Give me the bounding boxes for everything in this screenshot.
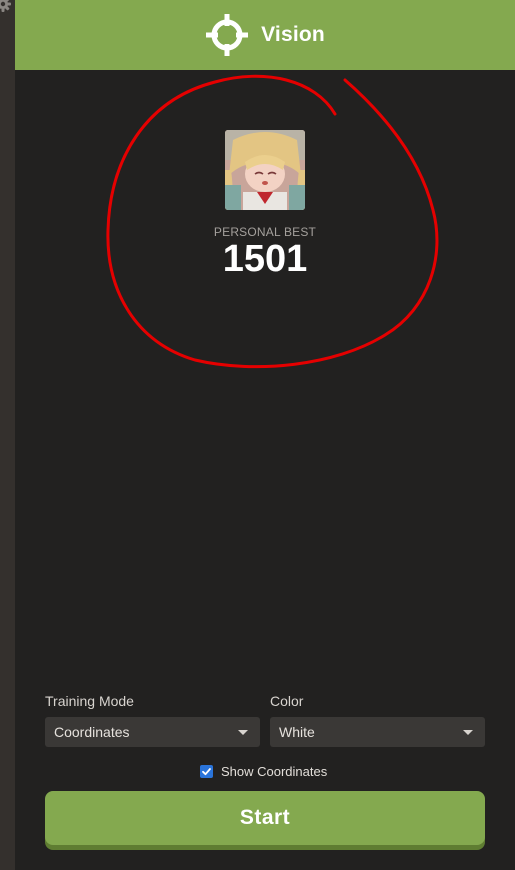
- show-coordinates-label: Show Coordinates: [221, 764, 328, 779]
- training-mode-select[interactable]: Coordinates: [45, 717, 260, 747]
- app-header: Vision: [15, 0, 515, 70]
- side-panel-strip: [0, 0, 15, 870]
- show-coordinates-checkbox[interactable]: [200, 765, 213, 778]
- profile-avatar: [225, 130, 305, 210]
- color-label: Color: [270, 693, 304, 709]
- training-mode-label: Training Mode: [45, 693, 134, 709]
- main-panel: PERSONAL BEST 1501 Training Mode Coordin…: [15, 70, 515, 870]
- color-select[interactable]: White: [270, 717, 485, 747]
- personal-best-value: 1501: [222, 238, 308, 280]
- training-mode-value: Coordinates: [54, 724, 130, 740]
- start-button[interactable]: Start: [45, 791, 485, 845]
- gear-icon[interactable]: [0, 0, 13, 14]
- crosshair-icon: [206, 14, 249, 56]
- personal-best-label: PERSONAL BEST: [213, 225, 317, 239]
- chevron-down-icon: [463, 730, 473, 735]
- checkmark-icon: [202, 768, 211, 776]
- show-coordinates-row[interactable]: Show Coordinates: [200, 764, 327, 779]
- app-title: Vision: [261, 23, 325, 46]
- avatar-image: [225, 130, 305, 210]
- chevron-down-icon: [238, 730, 248, 735]
- color-value: White: [279, 724, 315, 740]
